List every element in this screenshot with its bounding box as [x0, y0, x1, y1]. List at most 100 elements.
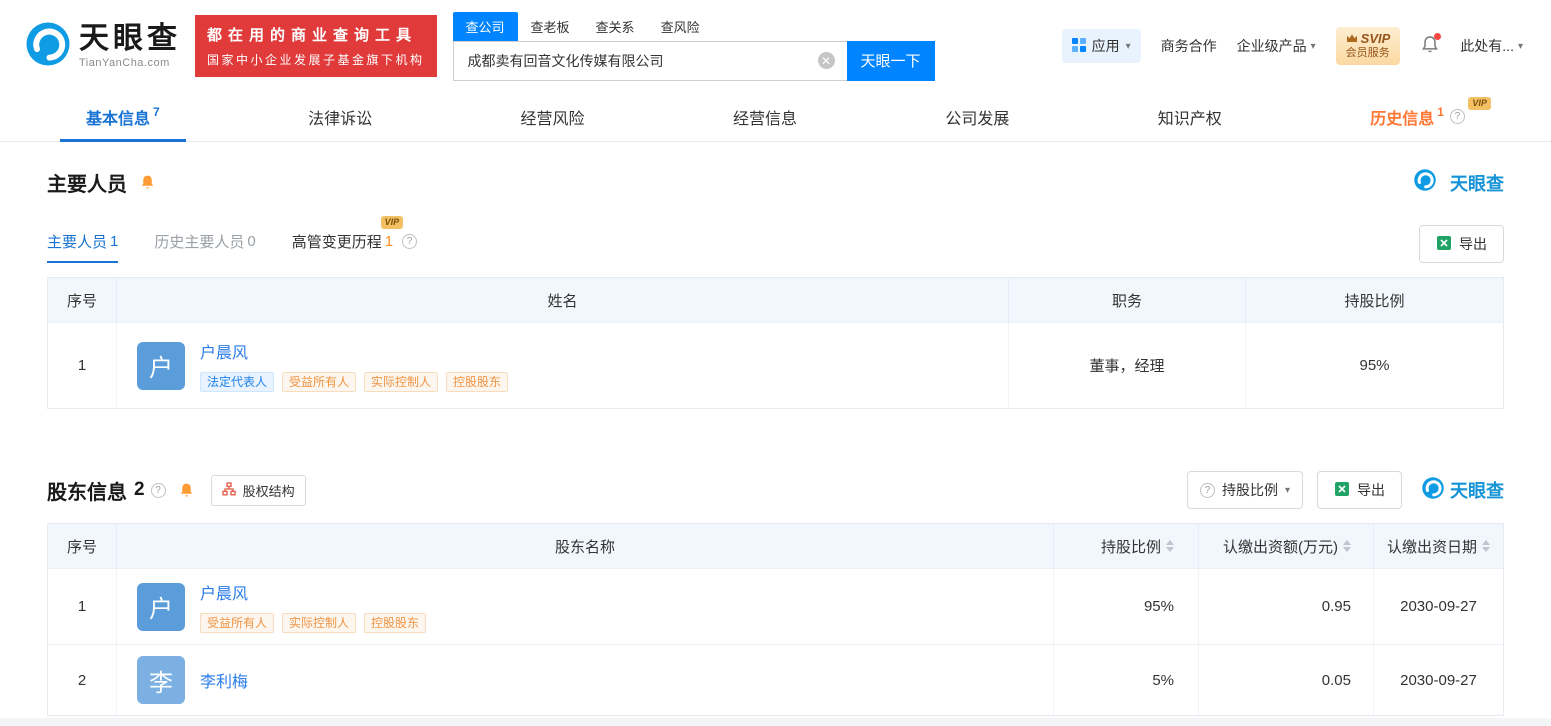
vip-badge: VIP	[1468, 97, 1491, 110]
search-button[interactable]: 天眼一下	[846, 40, 935, 81]
user-account-menu[interactable]: 此处有... ▾	[1460, 36, 1523, 56]
svip-sub-label: 会员服务	[1345, 47, 1390, 60]
tag-beneficial-owner: 受益所有人	[282, 372, 357, 392]
shareholders-table: 序号 股东名称 持股比例 认缴出资额(万元) 认缴出资日期 1 户 户晨风 受益…	[47, 523, 1504, 716]
tab-intellectual-property[interactable]: 知识产权	[1132, 92, 1248, 141]
sort-icon[interactable]	[1343, 540, 1351, 552]
apps-menu[interactable]: 应用 ▾	[1061, 29, 1141, 63]
shareholders-count: 2	[134, 479, 145, 500]
person-name-link[interactable]: 户晨风	[200, 580, 426, 604]
watermark-text: 天眼查	[1450, 173, 1504, 194]
tab-operation-info[interactable]: 经营信息	[707, 92, 823, 141]
column-header-date[interactable]: 认缴出资日期	[1373, 524, 1503, 568]
sort-icon[interactable]	[1166, 540, 1174, 552]
question-icon[interactable]: ?	[150, 482, 166, 498]
business-cooperation-link[interactable]: 商务合作	[1161, 36, 1217, 56]
export-button[interactable]: 导出	[1419, 225, 1504, 263]
subscribe-bell-icon[interactable]	[178, 482, 195, 499]
avatar[interactable]: 李	[137, 656, 185, 704]
subtab-count: 0	[247, 233, 256, 250]
apps-label: 应用	[1091, 38, 1120, 54]
export-label: 导出	[1459, 236, 1487, 252]
clear-icon[interactable]: ✕	[817, 52, 835, 69]
notification-bell[interactable]	[1420, 32, 1442, 58]
search-tab-boss[interactable]: 查老板	[518, 12, 583, 41]
date-value: 2030-09-27	[1373, 645, 1503, 715]
person-name-link[interactable]: 李利梅	[200, 668, 248, 692]
watermark-logo-icon	[1414, 169, 1436, 196]
column-header-ratio: 持股比例	[1245, 278, 1503, 322]
date-value: 2030-09-27	[1373, 569, 1503, 644]
tag-controlling-shareholder: 控股股东	[364, 613, 427, 633]
search-tab-risk[interactable]: 查风险	[648, 12, 713, 41]
promo-banner: 都在用的商业查询工具 国家中小企业发展子基金旗下机构	[195, 15, 437, 77]
column-header-name: 姓名	[116, 278, 1008, 322]
tag-beneficial-owner: 受益所有人	[200, 613, 275, 633]
column-header-position: 职务	[1008, 278, 1245, 322]
tab-label: 知识产权	[1157, 110, 1222, 128]
tab-count: 1	[1437, 104, 1444, 119]
person-name-link[interactable]: 户晨风	[200, 339, 508, 363]
tag-legal-representative: 法定代表人	[200, 372, 275, 392]
tab-label: 法律诉讼	[308, 110, 373, 128]
person-cell: 户 户晨风 受益所有人 实际控制人 控股股东	[129, 569, 434, 644]
row-index: 2	[77, 671, 87, 689]
question-icon[interactable]: ?	[1449, 109, 1465, 124]
tab-label: 历史信息	[1370, 110, 1435, 128]
subtab-executive-changes[interactable]: VIP 高管变更历程 1 ?	[291, 216, 418, 263]
sort-label: 持股比例	[1221, 482, 1278, 498]
subscribe-bell-icon[interactable]	[139, 174, 156, 191]
column-header-shareholder: 股东名称	[116, 524, 1053, 568]
tab-basic-info[interactable]: 基本信息 7	[60, 92, 186, 142]
question-icon[interactable]: ?	[402, 234, 418, 249]
column-header-index: 序号	[66, 538, 97, 556]
notification-dot	[1434, 32, 1442, 40]
chevron-down-icon: ▾	[1310, 40, 1316, 52]
subtab-label: 高管变更历程	[291, 234, 382, 251]
person-cell: 户 户晨风 法定代表人 受益所有人 实际控制人 控股股东	[129, 323, 516, 408]
tag-actual-controller: 实际控制人	[282, 613, 357, 633]
search-box: ✕	[452, 40, 847, 81]
svip-member-badge[interactable]: SVIP 会员服务	[1335, 27, 1401, 65]
row-index: 1	[77, 598, 87, 615]
subtab-label: 主要人员	[47, 234, 108, 251]
tianyancha-logo[interactable]: 天眼查 TianYanCha.com	[26, 22, 181, 71]
export-button[interactable]: 导出	[1317, 471, 1402, 509]
subtab-history-personnel[interactable]: 历史主要人员 0	[154, 231, 255, 263]
amount-value: 0.05	[1198, 645, 1373, 715]
row-index: 1	[77, 357, 87, 374]
equity-structure-label: 股权结构	[242, 483, 295, 499]
section-nav: 基本信息 7 法律诉讼 经营风险 经营信息 公司发展 知识产权 VIP 历史信息…	[0, 92, 1551, 142]
avatar[interactable]: 户	[137, 582, 185, 631]
tab-operation-risk[interactable]: 经营风险	[495, 92, 611, 141]
question-icon: ?	[1199, 482, 1215, 498]
search-input[interactable]	[465, 51, 818, 70]
avatar[interactable]: 户	[137, 341, 185, 390]
excel-icon	[1334, 481, 1350, 500]
column-header-ratio[interactable]: 持股比例	[1053, 524, 1198, 568]
subtab-current-personnel[interactable]: 主要人员 1	[47, 231, 119, 263]
personnel-table-header: 序号 姓名 职务 持股比例	[48, 278, 1503, 322]
tab-history-info[interactable]: VIP 历史信息 1 ?	[1344, 92, 1491, 141]
column-header-amount[interactable]: 认缴出资额(万元)	[1198, 524, 1373, 568]
equity-structure-button[interactable]: 股权结构	[210, 474, 306, 506]
tag-actual-controller: 实际控制人	[364, 372, 439, 392]
key-personnel-section: 主要人员 天眼查 主要人员 1 历史主要人员 0 VIP 高管变更历程 1 ? …	[47, 168, 1504, 409]
shareholders-table-header: 序号 股东名称 持股比例 认缴出资额(万元) 认缴出资日期	[48, 524, 1503, 568]
ratio-value: 5%	[1053, 645, 1198, 715]
enterprise-products-link[interactable]: 企业级产品 ▾	[1237, 36, 1316, 56]
logo-brand-name: 天眼查	[79, 21, 181, 55]
export-label: 导出	[1357, 482, 1385, 498]
personnel-sub-tabs: 主要人员 1 历史主要人员 0 VIP 高管变更历程 1 ? 导出	[47, 216, 1504, 263]
search-tab-company[interactable]: 查公司	[452, 11, 518, 41]
logo-text: 天眼查 TianYanCha.com	[79, 21, 181, 69]
tab-legal-proceedings[interactable]: 法律诉讼	[282, 92, 398, 141]
search-tab-relation[interactable]: 查关系	[583, 12, 648, 41]
enterprise-products-label: 企业级产品	[1236, 38, 1307, 54]
personnel-table: 序号 姓名 职务 持股比例 1 户 户晨风 法定代表人 受益所有人 实际控制人 …	[47, 277, 1504, 409]
main-content: 主要人员 天眼查 主要人员 1 历史主要人员 0 VIP 高管变更历程 1 ? …	[0, 168, 1551, 716]
sort-by-ratio-dropdown[interactable]: ? 持股比例 ▾	[1186, 471, 1303, 509]
tab-company-development[interactable]: 公司发展	[919, 92, 1035, 141]
sort-icon[interactable]	[1482, 540, 1490, 552]
promo-banner-line2: 国家中小企业发展子基金旗下机构	[207, 53, 425, 67]
